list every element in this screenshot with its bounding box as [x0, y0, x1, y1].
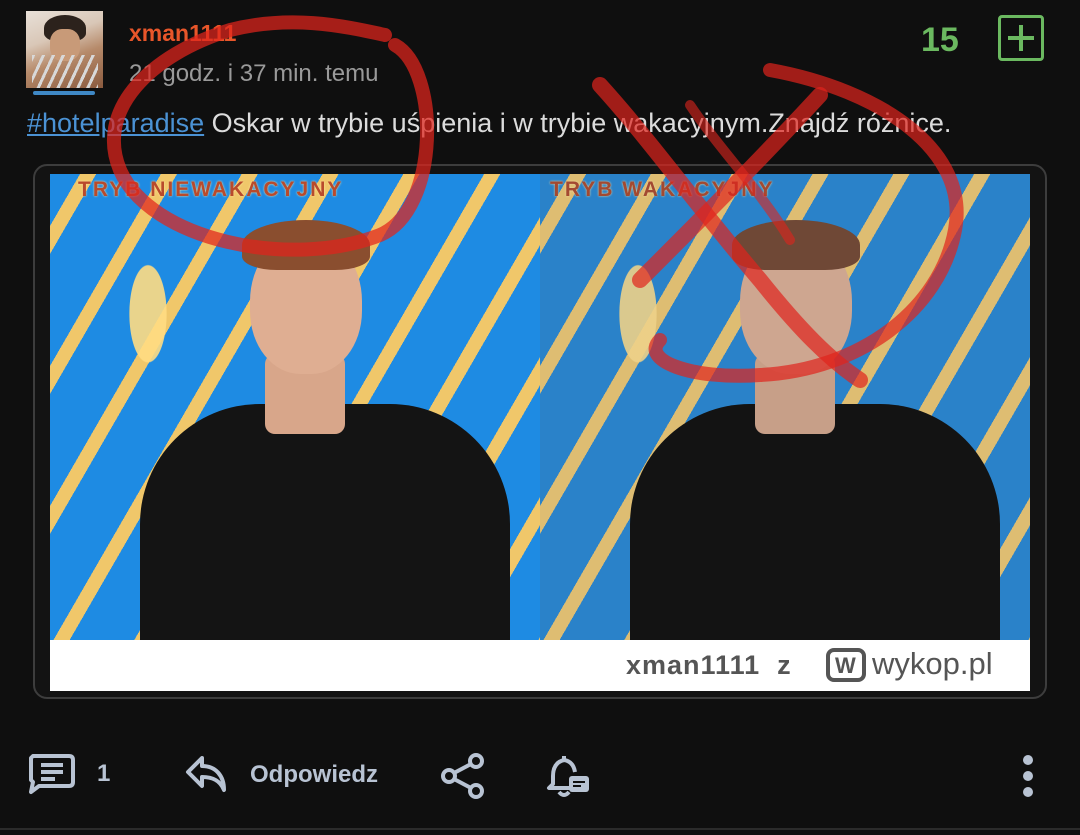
bell-icon	[547, 756, 589, 797]
avatar-claws	[32, 55, 98, 88]
reply-label: Odpowiedz	[250, 761, 378, 788]
image-panel-right: TRYB WAKACYJNY	[540, 174, 1030, 640]
reply-button[interactable]: Odpowiedz	[184, 754, 378, 796]
post-body: #hotelparadise Oskar w trybie uśpienia i…	[27, 108, 951, 139]
more-options-button[interactable]	[1020, 754, 1036, 798]
upvote-button[interactable]	[998, 15, 1044, 61]
shirt	[140, 404, 510, 640]
comments-icon	[29, 754, 75, 794]
avatar[interactable]	[26, 11, 103, 88]
reply-icon	[186, 756, 226, 792]
post-text: Oskar w trybie uśpienia i w trybie wakac…	[204, 108, 952, 138]
share-button[interactable]	[440, 752, 486, 800]
notify-button[interactable]	[545, 752, 591, 800]
vote-count: 15	[921, 21, 959, 59]
panel-label-left: TRYB NIEWAKACYJNY	[78, 178, 344, 201]
plus-icon	[1008, 25, 1034, 51]
watermark-bar: xman1111 z W wykop.pl	[50, 640, 1030, 691]
comments-button[interactable]: 1	[27, 752, 110, 796]
hashtag-link[interactable]: #hotelparadise	[27, 108, 204, 138]
image-panel-left: TRYB NIEWAKACYJNY	[50, 174, 540, 640]
person-figure	[80, 194, 520, 640]
timestamp[interactable]: 21 godz. i 37 min. temu	[129, 60, 378, 88]
embed-image[interactable]: TRYB NIEWAKACYJNY TRYB WAKACYJNY xman111…	[50, 174, 1030, 691]
watermark-site: wykop.pl	[872, 646, 993, 681]
divider	[0, 828, 1080, 830]
hair	[732, 220, 860, 270]
panel-label-right: TRYB WAKACYJNY	[550, 178, 775, 201]
more-vertical-icon	[1023, 755, 1033, 797]
hair	[242, 220, 370, 270]
avatar-underline	[33, 91, 95, 95]
share-icon	[441, 753, 484, 799]
person-figure	[570, 194, 1010, 640]
shirt	[630, 404, 1000, 640]
wykop-logo-icon: W	[826, 648, 866, 682]
comments-count: 1	[97, 760, 111, 787]
watermark-username: xman1111 z	[626, 650, 792, 680]
username[interactable]: xman1111	[129, 20, 236, 47]
